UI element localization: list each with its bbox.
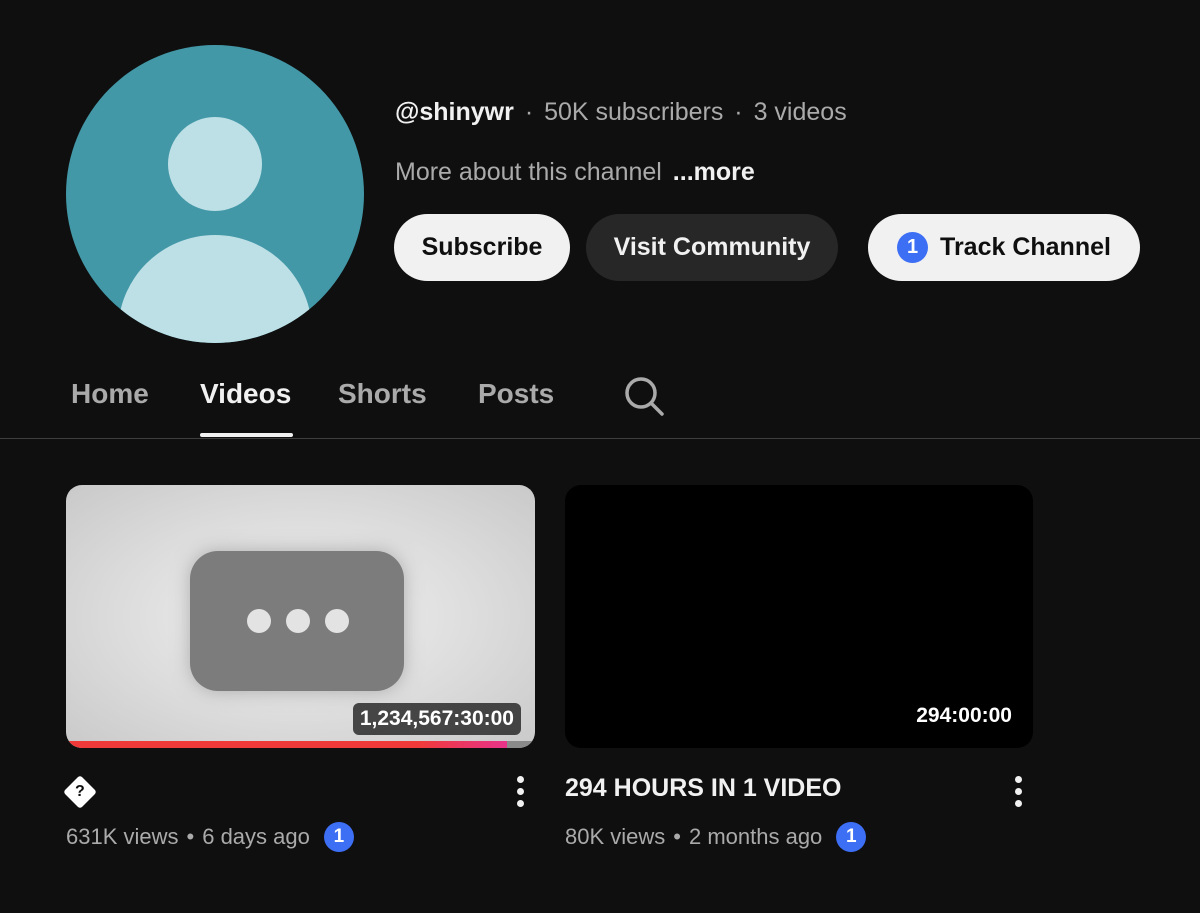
video-thumbnail[interactable]: 294:00:00	[565, 485, 1033, 748]
view-count: 80K views	[565, 824, 666, 849]
track-channel-button[interactable]: 1 Track Channel	[868, 214, 1140, 281]
watch-progress-fill	[66, 741, 507, 748]
meta-separator: ·	[734, 98, 743, 126]
visit-community-button[interactable]: Visit Community	[586, 214, 838, 281]
watch-progress-bar	[66, 741, 535, 748]
badge-icon: 1	[836, 822, 867, 852]
track-channel-label: Track Channel	[940, 233, 1111, 261]
channel-tabs: Home Videos Shorts Posts	[0, 360, 1200, 439]
meta-separator: •	[673, 824, 681, 849]
tab-home[interactable]: Home	[71, 378, 149, 410]
active-tab-indicator	[200, 433, 293, 437]
meta-separator: •	[186, 824, 195, 849]
tab-videos[interactable]: Videos	[200, 378, 291, 410]
placeholder-ellipsis-icon	[190, 551, 404, 691]
badge-icon: 1	[897, 232, 929, 263]
channel-avatar[interactable]	[66, 45, 364, 343]
search-icon[interactable]	[622, 374, 666, 418]
upload-age: 2 months ago	[688, 824, 823, 849]
tab-posts[interactable]: Posts	[478, 378, 554, 410]
channel-meta: @shinywr · 50K subscribers · 3 videos	[395, 98, 847, 127]
avatar-head-shape	[168, 117, 262, 211]
video-count: 3 videos	[753, 98, 847, 126]
more-options-icon[interactable]	[1011, 776, 1025, 810]
video-meta: 631K views • 6 days ago 1	[66, 822, 354, 852]
badge-icon: 1	[323, 822, 354, 852]
placeholder-dot	[325, 609, 349, 633]
video-title[interactable]: 294 HOURS IN 1 VIDEO	[565, 774, 841, 803]
video-thumbnail[interactable]: 1,234,567:30:00	[66, 485, 535, 748]
unknown-glyph-text: ?	[75, 783, 85, 800]
avatar-body-shape	[118, 235, 312, 343]
subscriber-count: 50K subscribers	[544, 98, 724, 126]
video-meta: 80K views • 2 months ago 1	[565, 822, 867, 852]
video-duration: 1,234,567:30:00	[352, 703, 521, 735]
placeholder-dot	[286, 609, 310, 633]
video-duration: 294:00:00	[909, 700, 1019, 732]
placeholder-dot	[247, 609, 271, 633]
about-text: More about this channel	[395, 158, 662, 186]
channel-about[interactable]: More about this channel ...more	[395, 158, 755, 187]
video-title[interactable]: ?	[63, 774, 97, 809]
subscribe-button[interactable]: Subscribe	[394, 214, 570, 281]
unknown-character-icon: ?	[63, 775, 97, 809]
upload-age: 6 days ago	[202, 824, 310, 849]
tab-shorts[interactable]: Shorts	[338, 378, 427, 410]
channel-handle[interactable]: @shinywr	[395, 98, 514, 126]
meta-separator: ·	[524, 98, 534, 126]
more-options-icon[interactable]	[513, 776, 527, 810]
view-count: 631K views	[66, 824, 179, 849]
more-link[interactable]: ...more	[673, 158, 755, 186]
